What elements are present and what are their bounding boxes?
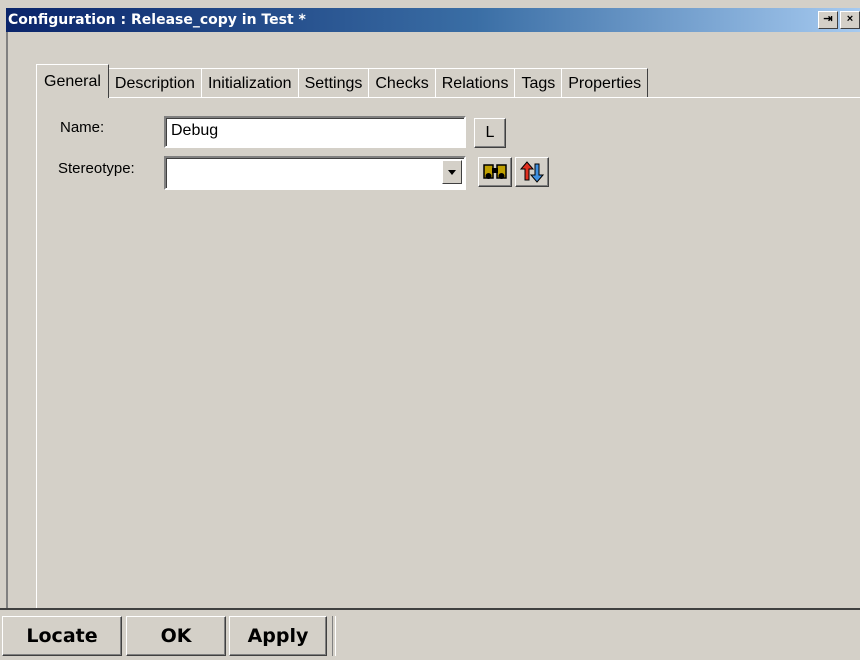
tab-general[interactable]: General bbox=[36, 64, 109, 98]
chevron-down-icon[interactable] bbox=[442, 160, 462, 184]
pin-icon[interactable]: ⇥ bbox=[818, 11, 838, 29]
stereotype-select[interactable] bbox=[164, 156, 466, 190]
tab-properties[interactable]: Properties bbox=[561, 68, 649, 98]
stereotype-label: Stereotype: bbox=[58, 160, 135, 177]
locate-button[interactable]: Locate bbox=[2, 616, 122, 656]
tab-strip: General Description Initialization Setti… bbox=[36, 64, 649, 98]
title-bar[interactable]: Configuration : Release_copy in Test * ⇥… bbox=[6, 8, 860, 32]
window-title: Configuration : Release_copy in Test * bbox=[8, 12, 306, 28]
binoculars-icon bbox=[483, 164, 507, 179]
tab-tags[interactable]: Tags bbox=[514, 68, 563, 98]
swap-button[interactable] bbox=[515, 157, 549, 187]
name-l-button[interactable]: L bbox=[474, 118, 506, 148]
close-icon[interactable]: × bbox=[840, 11, 860, 29]
apply-button[interactable]: Apply bbox=[229, 616, 327, 656]
find-button[interactable] bbox=[478, 157, 512, 187]
ok-button[interactable]: OK bbox=[126, 616, 226, 656]
tab-settings[interactable]: Settings bbox=[297, 68, 370, 98]
toolbar-separator bbox=[332, 616, 336, 656]
tab-description[interactable]: Description bbox=[107, 68, 202, 98]
tab-checks[interactable]: Checks bbox=[368, 68, 436, 98]
title-bar-buttons: ⇥ × bbox=[818, 11, 860, 29]
name-label: Name: bbox=[60, 119, 105, 136]
bottom-toolbar: Locate OK Apply bbox=[0, 608, 860, 660]
arrows-swap-icon bbox=[519, 161, 545, 183]
tab-initialization[interactable]: Initialization bbox=[200, 68, 299, 98]
name-field[interactable]: Debug bbox=[164, 116, 466, 148]
tab-relations[interactable]: Relations bbox=[434, 68, 516, 98]
